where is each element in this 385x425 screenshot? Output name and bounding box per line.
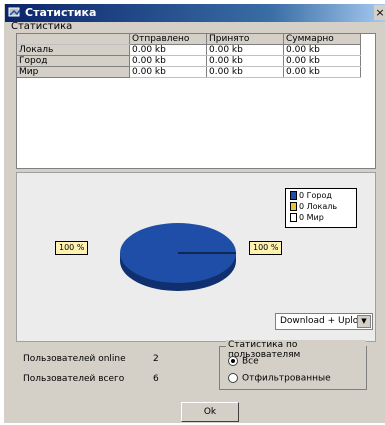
- legend-item: 0 Локаль: [290, 201, 337, 212]
- legend-swatch: [290, 213, 297, 222]
- pie-right-label: 100 %: [249, 241, 283, 255]
- column-header[interactable]: Отправлено: [129, 34, 207, 45]
- ok-button[interactable]: Ok: [181, 402, 239, 422]
- table-cell: 0.00 kb: [129, 55, 207, 67]
- table-cell: 0.00 kb: [283, 66, 361, 78]
- radio-button-checked[interactable]: [228, 356, 238, 366]
- total-users-label: Пользователей всего: [23, 374, 125, 384]
- chart-panel: 0 Город 0 Локаль 0 Мир 100 % 100 % Downl…: [16, 172, 376, 342]
- chevron-down-icon[interactable]: ▼: [357, 315, 371, 328]
- legend-label: 0 Мир: [299, 213, 324, 222]
- column-header[interactable]: Суммарно: [283, 34, 361, 45]
- table-header-row: Отправлено Принято Суммарно: [17, 34, 361, 45]
- app-icon: [8, 7, 21, 17]
- legend-swatch: [290, 191, 297, 200]
- statistics-window: Статистика × Статистика Отправлено Приня…: [4, 4, 385, 423]
- table-cell: 0.00 kb: [283, 55, 361, 67]
- row-header: Мир: [17, 66, 130, 78]
- column-header[interactable]: Принято: [206, 34, 284, 45]
- pie-chart: [120, 223, 236, 291]
- table-cell: 0.00 kb: [206, 55, 284, 67]
- radio-button[interactable]: [228, 373, 238, 383]
- user-stats-group: Статистика по пользователям Все Отфильтр…: [219, 340, 367, 390]
- radio-label: Отфильтрованные: [242, 373, 331, 384]
- stats-table: Отправлено Принято Суммарно Локаль 0.00 …: [17, 34, 361, 78]
- radio-all[interactable]: Все: [228, 356, 259, 367]
- table-row[interactable]: Город 0.00 kb 0.00 kb 0.00 kb: [17, 55, 361, 67]
- pie-left-label: 100 %: [55, 241, 89, 255]
- table-corner: [17, 34, 130, 45]
- online-users-label: Пользователей online: [23, 354, 126, 364]
- table-row[interactable]: Мир 0.00 kb 0.00 kb 0.00 kb: [17, 66, 361, 78]
- close-icon[interactable]: ×: [374, 5, 385, 20]
- section-caption: Статистика: [11, 21, 73, 32]
- row-header: Локаль: [17, 44, 130, 56]
- mode-dropdown[interactable]: Download + Upload ▼: [275, 313, 373, 330]
- table-row[interactable]: Локаль 0.00 kb 0.00 kb 0.00 kb: [17, 44, 361, 56]
- online-users-value: 2: [153, 354, 159, 364]
- table-cell: 0.00 kb: [206, 66, 284, 78]
- legend-swatch: [290, 202, 297, 211]
- table-cell: 0.00 kb: [206, 44, 284, 56]
- legend-label: 0 Локаль: [299, 202, 338, 211]
- radio-label: Все: [242, 356, 259, 367]
- table-cell: 0.00 kb: [283, 44, 361, 56]
- radio-filtered[interactable]: Отфильтрованные: [228, 373, 331, 384]
- title-bar[interactable]: Статистика ×: [5, 4, 385, 22]
- row-header: Город: [17, 55, 130, 67]
- table-cell: 0.00 kb: [129, 66, 207, 78]
- legend-label: 0 Город: [299, 191, 332, 200]
- stats-table-panel: Отправлено Принято Суммарно Локаль 0.00 …: [16, 33, 376, 169]
- total-users-value: 6: [153, 374, 159, 384]
- chart-legend: 0 Город 0 Локаль 0 Мир: [285, 188, 357, 228]
- window-title: Статистика: [25, 6, 97, 19]
- legend-item: 0 Город: [290, 190, 332, 201]
- table-cell: 0.00 kb: [129, 44, 207, 56]
- legend-item: 0 Мир: [290, 212, 324, 223]
